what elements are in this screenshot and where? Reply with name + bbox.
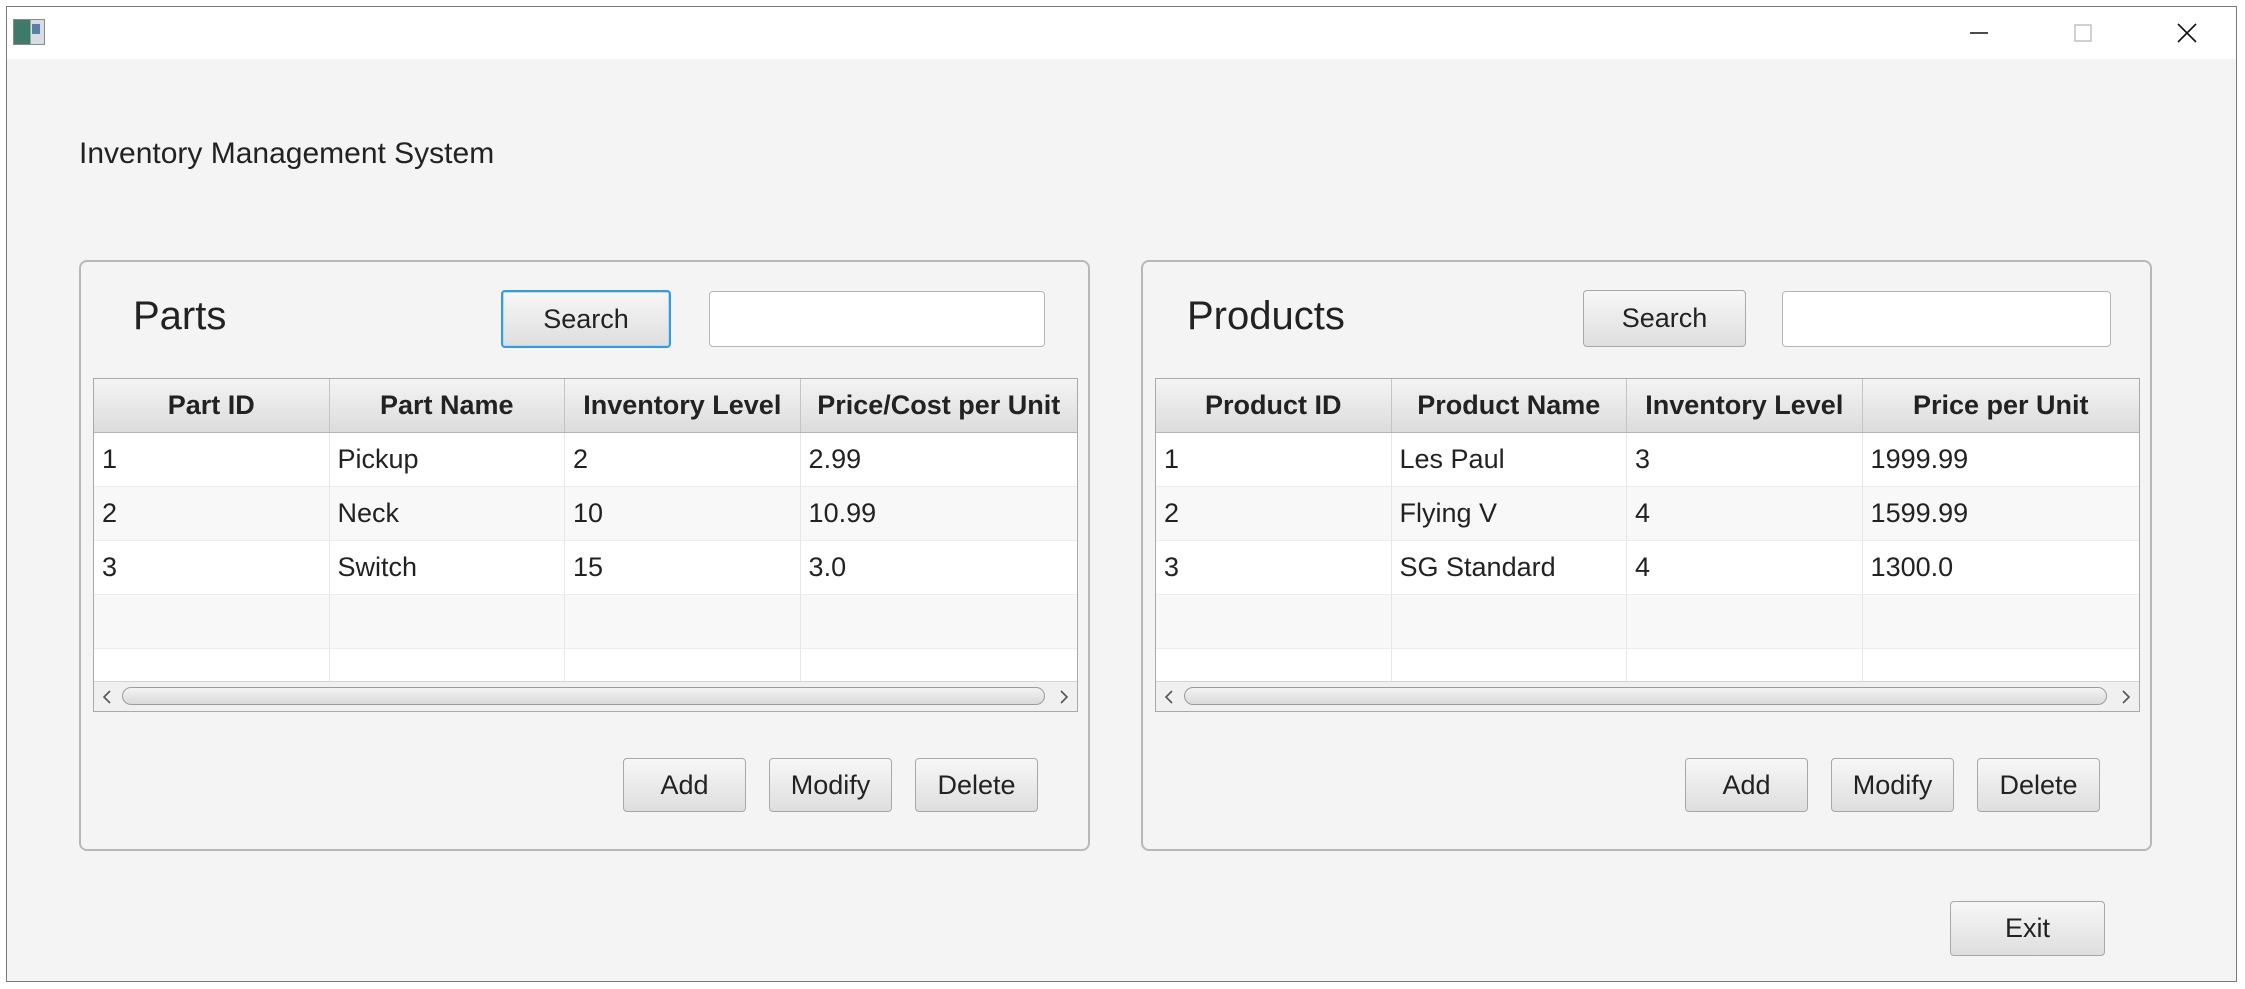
- products-panel: Products Search Product ID Product Name …: [1141, 260, 2152, 851]
- table-cell: 1: [1156, 433, 1392, 486]
- minimize-icon: [1970, 32, 1988, 34]
- parts-col-price[interactable]: Price/Cost per Unit: [801, 379, 1077, 432]
- table-cell: Pickup: [330, 433, 566, 486]
- table-cell: 3: [94, 541, 330, 594]
- table-cell: 3: [1156, 541, 1392, 594]
- empty-cell: [1863, 595, 2139, 648]
- maximize-icon: [2074, 24, 2092, 42]
- products-search-input[interactable]: [1782, 291, 2111, 347]
- table-cell: 4: [1627, 541, 1863, 594]
- scroll-left-icon[interactable]: [1156, 682, 1182, 711]
- table-cell: 1: [94, 433, 330, 486]
- table-cell: Neck: [330, 487, 566, 540]
- table-cell: 1300.0: [1870, 552, 1954, 582]
- table-cell: 1999.99: [1870, 444, 1969, 474]
- parts-add-button[interactable]: Add: [623, 758, 746, 812]
- table-cell: SG Standard: [1392, 541, 1628, 594]
- table-cell: 2: [1156, 487, 1392, 540]
- parts-title: Parts: [133, 294, 227, 338]
- table-cell: 1599.99: [1870, 498, 1969, 528]
- table-row[interactable]: 1 Pickup 2 2.99: [94, 433, 1077, 487]
- table-cell: Switch: [330, 541, 566, 594]
- scroll-left-icon[interactable]: [94, 682, 120, 711]
- exit-button[interactable]: Exit: [1950, 901, 2105, 956]
- parts-modify-button[interactable]: Modify: [769, 758, 892, 812]
- products-search-button[interactable]: Search: [1583, 290, 1746, 347]
- scroll-thumb[interactable]: [1184, 687, 2107, 705]
- table-row[interactable]: 3 Switch 15 3.0: [94, 541, 1077, 595]
- empty-cell: [1156, 595, 1392, 648]
- title-bar: [7, 7, 2236, 59]
- app-icon: [13, 19, 45, 45]
- parts-search-input[interactable]: [709, 291, 1045, 347]
- parts-table-body: 1 Pickup 2 2.99 2 Neck 10 10.99 3 Switch…: [94, 433, 1077, 703]
- table-cell: 3: [1627, 433, 1863, 486]
- parts-horizontal-scrollbar[interactable]: [94, 681, 1077, 711]
- products-horizontal-scrollbar[interactable]: [1156, 681, 2139, 711]
- table-cell: 15: [565, 541, 801, 594]
- parts-search-button[interactable]: Search: [501, 290, 671, 348]
- products-table-body: 1 Les Paul 3 1999.99 2 Flying V 4 1599.9…: [1156, 433, 2139, 703]
- products-col-product-name[interactable]: Product Name: [1392, 379, 1628, 432]
- scroll-right-icon[interactable]: [1051, 682, 1077, 711]
- table-row[interactable]: 2 Flying V 4 1599.99: [1156, 487, 2139, 541]
- maximize-button[interactable]: [2031, 7, 2135, 59]
- empty-cell: [330, 595, 566, 648]
- products-col-inventory-level[interactable]: Inventory Level: [1627, 379, 1863, 432]
- products-add-button[interactable]: Add: [1685, 758, 1808, 812]
- empty-cell: [565, 595, 801, 648]
- products-modify-button[interactable]: Modify: [1831, 758, 1954, 812]
- table-row[interactable]: 1 Les Paul 3 1999.99: [1156, 433, 2139, 487]
- parts-col-part-id[interactable]: Part ID: [94, 379, 330, 432]
- parts-panel: Parts Search Part ID Part Name Inventory…: [79, 260, 1090, 851]
- table-cell: 10: [565, 487, 801, 540]
- table-cell: 2.99: [808, 444, 862, 474]
- table-cell: 10.99: [808, 498, 877, 528]
- products-table-header: Product ID Product Name Inventory Level …: [1156, 379, 2139, 433]
- parts-col-part-name[interactable]: Part Name: [330, 379, 566, 432]
- products-col-price[interactable]: Price per Unit: [1863, 379, 2139, 432]
- products-delete-button[interactable]: Delete: [1977, 758, 2100, 812]
- table-cell: Les Paul: [1392, 433, 1628, 486]
- table-cell: Flying V: [1392, 487, 1628, 540]
- close-button[interactable]: [2135, 7, 2239, 59]
- app-window: Inventory Management System Parts Search…: [6, 6, 2237, 982]
- scroll-right-icon[interactable]: [2113, 682, 2139, 711]
- empty-cell: [1627, 595, 1863, 648]
- empty-row: [94, 595, 1077, 649]
- table-cell: 2: [565, 433, 801, 486]
- parts-delete-button[interactable]: Delete: [915, 758, 1038, 812]
- products-col-product-id[interactable]: Product ID: [1156, 379, 1392, 432]
- table-row[interactable]: 2 Neck 10 10.99: [94, 487, 1077, 541]
- empty-row: [1156, 595, 2139, 649]
- products-title: Products: [1187, 294, 1345, 338]
- scroll-thumb[interactable]: [122, 687, 1045, 705]
- minimize-button[interactable]: [1927, 7, 2031, 59]
- empty-cell: [1392, 595, 1628, 648]
- close-icon: [2177, 23, 2197, 43]
- table-row[interactable]: 3 SG Standard 4 1300.0: [1156, 541, 2139, 595]
- parts-table-header: Part ID Part Name Inventory Level Price/…: [94, 379, 1077, 433]
- table-cell: 2: [94, 487, 330, 540]
- products-table: Product ID Product Name Inventory Level …: [1155, 378, 2140, 712]
- parts-table: Part ID Part Name Inventory Level Price/…: [93, 378, 1078, 712]
- app-title: Inventory Management System: [79, 137, 495, 170]
- empty-cell: [801, 595, 1077, 648]
- parts-col-inventory-level[interactable]: Inventory Level: [565, 379, 801, 432]
- table-cell: 4: [1627, 487, 1863, 540]
- table-cell: 3.0: [808, 552, 847, 582]
- empty-cell: [94, 595, 330, 648]
